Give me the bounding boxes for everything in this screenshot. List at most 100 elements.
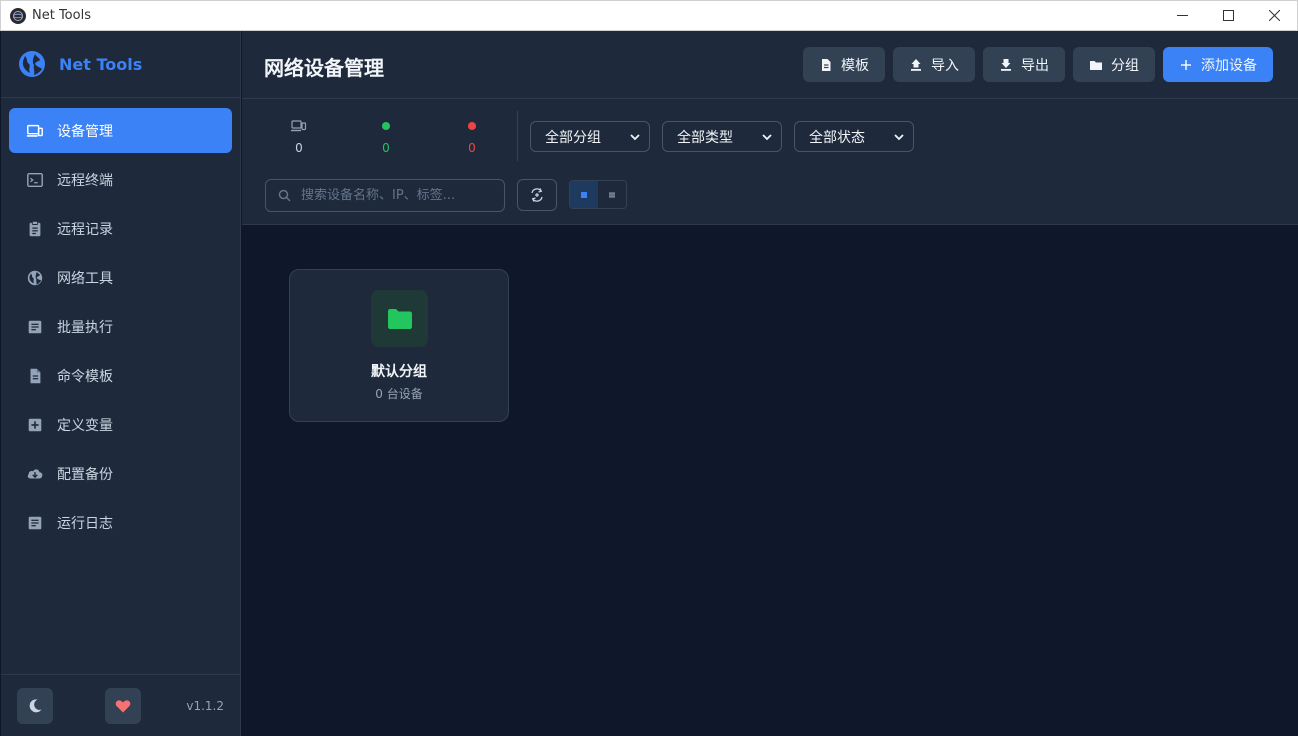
sidebar-nav: 设备管理 远程终端 远程记录 网络工具 批量执行 命令模板 定义变量 配置备份 — [1, 98, 240, 545]
stat-offline: 0 — [452, 119, 492, 155]
sidebar-footer: v1.1.2 — [1, 674, 240, 736]
grid-view-button[interactable] — [570, 181, 598, 208]
status-filter-select[interactable]: 全部状态 — [794, 121, 914, 152]
list-icon — [609, 192, 615, 197]
app-icon — [10, 7, 26, 24]
sidebar-item-label: 设备管理 — [57, 123, 113, 140]
maximize-icon — [1222, 10, 1234, 21]
brand: Net Tools — [1, 31, 240, 98]
folder-icon-box — [371, 290, 428, 347]
group-button[interactable]: 分组 — [1073, 47, 1155, 82]
close-icon — [1268, 10, 1280, 21]
search-input[interactable] — [301, 188, 491, 203]
heart-icon — [115, 700, 131, 713]
terminal-icon — [27, 172, 43, 187]
sidebar-item-device-management[interactable]: 设备管理 — [9, 108, 232, 153]
total-count: 0 — [295, 141, 303, 155]
globe-icon — [27, 270, 43, 285]
devices-icon — [291, 120, 307, 132]
type-filter-value: 全部类型 — [677, 129, 733, 146]
group-filter-value: 全部分组 — [545, 129, 601, 146]
main-area: 网络设备管理 模板 导入 导出 分组 添加设备 0 0 0 全部分组 全部类型 … — [242, 31, 1298, 736]
divider — [517, 111, 518, 161]
sidebar-item-label: 定义变量 — [57, 417, 113, 434]
chevron-down-icon — [894, 134, 904, 141]
online-dot-icon — [382, 122, 390, 130]
log-icon — [28, 516, 42, 529]
export-button-label: 导出 — [1021, 57, 1049, 74]
plus-icon — [1181, 59, 1191, 70]
group-card[interactable]: 默认分组 0 台设备 — [289, 269, 509, 422]
file-icon — [822, 58, 831, 71]
app-version: v1.1.2 — [186, 699, 224, 713]
group-filter-select[interactable]: 全部分组 — [530, 121, 650, 152]
export-button[interactable]: 导出 — [983, 47, 1065, 82]
sidebar-item-run-logs[interactable]: 运行日志 — [9, 500, 232, 545]
template-button-label: 模板 — [841, 57, 869, 74]
page-title: 网络设备管理 — [264, 56, 384, 80]
import-button-label: 导入 — [931, 57, 959, 74]
sidebar-item-batch-execute[interactable]: 批量执行 — [9, 304, 232, 349]
stat-online: 0 — [366, 119, 406, 155]
status-filter-value: 全部状态 — [809, 129, 865, 146]
refresh-icon — [531, 188, 543, 202]
sidebar-item-remote-terminal[interactable]: 远程终端 — [9, 157, 232, 202]
minimize-icon — [1176, 15, 1188, 16]
chevron-down-icon — [762, 134, 772, 141]
stat-total: 0 — [279, 119, 319, 155]
devices-icon — [26, 124, 43, 137]
list-view-button[interactable] — [598, 181, 626, 208]
type-filter-select[interactable]: 全部类型 — [662, 121, 782, 152]
window-title: Net Tools — [32, 8, 91, 23]
online-count: 0 — [382, 141, 390, 155]
group-device-count: 0 台设备 — [375, 387, 423, 401]
search-box — [265, 179, 505, 212]
sidebar-item-label: 批量执行 — [57, 319, 113, 336]
import-button[interactable]: 导入 — [893, 47, 975, 82]
offline-dot-icon — [468, 122, 476, 130]
folder-icon — [387, 308, 412, 329]
add-device-button-label: 添加设备 — [1201, 57, 1257, 74]
device-grid: 默认分组 0 台设备 — [242, 225, 1298, 735]
globe-logo-icon — [19, 51, 45, 77]
sidebar-item-define-variables[interactable]: 定义变量 — [9, 402, 232, 447]
plus-box-icon — [28, 418, 42, 431]
clipboard-icon — [29, 220, 41, 236]
sidebar-item-network-tools[interactable]: 网络工具 — [9, 255, 232, 300]
grid-icon — [581, 191, 587, 198]
sidebar: Net Tools 设备管理 远程终端 远程记录 网络工具 批量执行 命令模板 — [1, 31, 241, 736]
file-icon — [30, 368, 41, 383]
maximize-button[interactable] — [1205, 1, 1251, 30]
close-button[interactable] — [1251, 1, 1297, 30]
refresh-button[interactable] — [517, 179, 557, 211]
group-name: 默认分组 — [371, 364, 427, 380]
sidebar-item-remote-records[interactable]: 远程记录 — [9, 206, 232, 251]
theme-toggle-button[interactable] — [17, 688, 53, 724]
sidebar-item-label: 网络工具 — [57, 270, 113, 287]
sidebar-item-label: 远程终端 — [57, 172, 113, 189]
support-button[interactable] — [105, 688, 141, 724]
add-device-button[interactable]: 添加设备 — [1163, 47, 1273, 82]
offline-count: 0 — [468, 141, 476, 155]
group-button-label: 分组 — [1111, 57, 1139, 74]
sidebar-item-config-backup[interactable]: 配置备份 — [9, 451, 232, 496]
upload-icon — [911, 58, 921, 71]
view-toggle — [569, 180, 627, 209]
cloud-download-icon — [27, 468, 43, 478]
search-icon — [278, 189, 291, 202]
chevron-down-icon — [630, 134, 640, 141]
filter-toolbar: 0 0 0 全部分组 全部类型 全部状态 — [242, 99, 1298, 225]
moon-icon — [29, 699, 42, 713]
download-icon — [1001, 58, 1011, 71]
sidebar-item-label: 远程记录 — [57, 221, 113, 238]
folder-icon — [1090, 60, 1102, 70]
window-titlebar: Net Tools — [0, 0, 1298, 31]
sidebar-item-command-templates[interactable]: 命令模板 — [9, 353, 232, 398]
minimize-button[interactable] — [1159, 1, 1205, 30]
brand-name: Net Tools — [59, 54, 143, 74]
list-doc-icon — [28, 320, 42, 333]
sidebar-item-label: 命令模板 — [57, 368, 113, 385]
sidebar-item-label: 运行日志 — [57, 515, 113, 532]
sidebar-item-label: 配置备份 — [57, 466, 113, 483]
template-button[interactable]: 模板 — [803, 47, 885, 82]
